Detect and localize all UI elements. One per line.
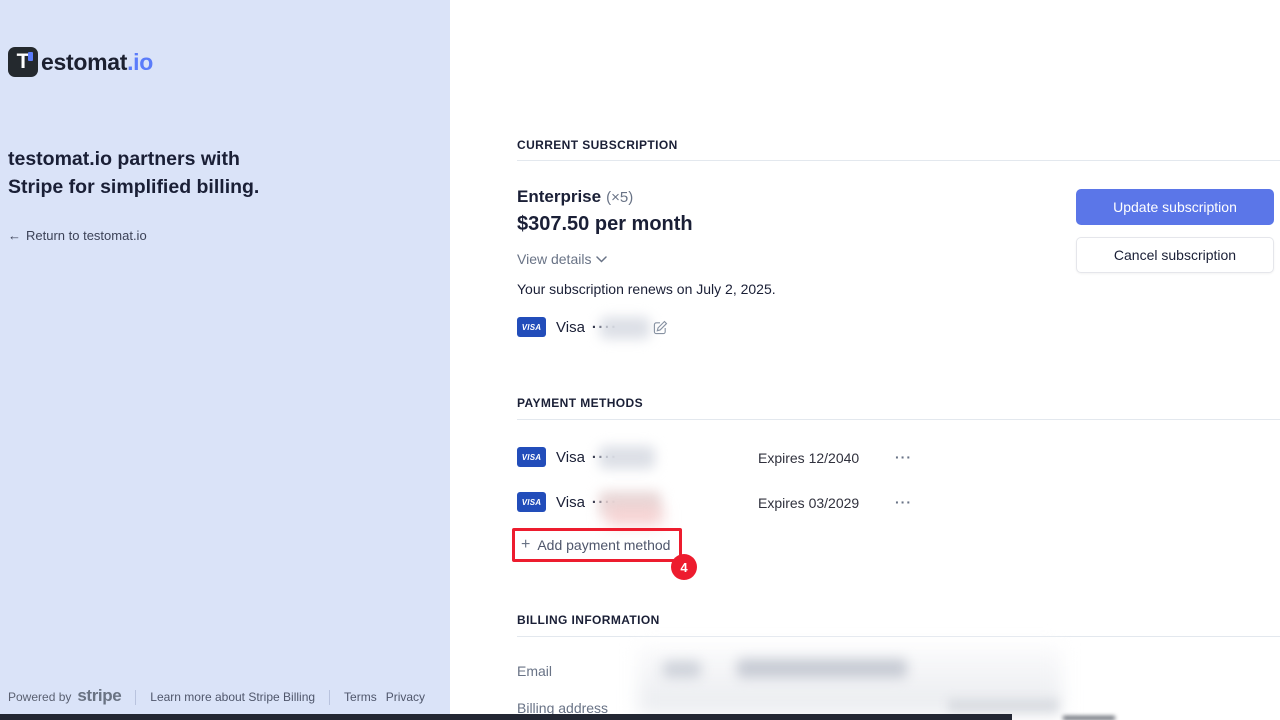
card-menu-button[interactable]: ···	[895, 494, 912, 510]
edit-pencil-icon	[653, 320, 668, 335]
chevron-down-icon	[596, 256, 607, 263]
visa-card-icon: VISA	[517, 317, 546, 337]
redacted-billing-value	[948, 699, 1058, 712]
section-divider	[517, 419, 1280, 420]
card-brand-label: Visa	[556, 449, 585, 466]
footer-divider	[135, 690, 136, 705]
redacted-card-number	[599, 446, 655, 469]
plan-quantity: (×5)	[606, 189, 633, 206]
add-payment-method-link[interactable]: Add payment method	[537, 537, 670, 553]
view-details-toggle[interactable]: View details	[517, 251, 607, 267]
bottom-dark-bar	[0, 714, 1012, 720]
plan-price: $307.50 per month	[517, 213, 693, 236]
payment-methods-heading: PAYMENT METHODS	[517, 396, 643, 410]
card-expiry: Expires 03/2029	[758, 495, 859, 511]
privacy-link[interactable]: Privacy	[386, 690, 425, 704]
redacted-card-number	[600, 317, 650, 339]
redacted-smear	[606, 509, 662, 524]
edit-card-button[interactable]	[653, 320, 668, 340]
card-expiry: Expires 12/2040	[758, 450, 859, 466]
annotation-box: + Add payment method	[512, 528, 682, 562]
update-subscription-button[interactable]: Update subscription	[1076, 189, 1274, 225]
brand-main-text: estomat	[41, 49, 127, 75]
learn-more-link[interactable]: Learn more about Stripe Billing	[150, 690, 315, 704]
back-arrow-icon: ←	[8, 228, 21, 243]
email-label: Email	[517, 663, 552, 679]
annotation-badge: 4	[671, 554, 697, 580]
card-brand-label: Visa	[556, 319, 585, 336]
cancel-subscription-button[interactable]: Cancel subscription	[1076, 237, 1274, 273]
section-divider	[517, 160, 1280, 161]
visa-card-icon: VISA	[517, 447, 546, 467]
bottom-dark-smudge	[1063, 716, 1115, 720]
testomat-logo-icon: T	[8, 47, 38, 77]
stripe-logo[interactable]: stripe	[77, 686, 121, 706]
plus-icon: +	[521, 536, 530, 554]
billing-information-heading: BILLING INFORMATION	[517, 613, 660, 627]
brand-wordmark: estomat.io	[41, 49, 153, 76]
sidebar-tagline: testomat.io partners with Stripe for sim…	[8, 146, 293, 201]
sidebar-footer: Powered by stripe Learn more about Strip…	[8, 688, 425, 706]
logo-accent-mark	[28, 52, 33, 61]
view-details-label: View details	[517, 251, 591, 267]
visa-card-icon: VISA	[517, 492, 546, 512]
powered-by-label: Powered by	[8, 690, 71, 704]
plan-row: Enterprise (×5)	[517, 187, 633, 207]
redacted-email-value	[737, 659, 907, 678]
card-menu-button[interactable]: ···	[895, 449, 912, 465]
redacted-email-value	[663, 661, 701, 678]
current-subscription-heading: CURRENT SUBSCRIPTION	[517, 138, 678, 152]
plan-name: Enterprise	[517, 187, 601, 207]
renewal-text: Your subscription renews on July 2, 2025…	[517, 281, 776, 297]
return-link-label: Return to testomat.io	[26, 228, 147, 243]
sidebar: T estomat.io testomat.io partners with S…	[0, 0, 450, 720]
card-brand-label: Visa	[556, 494, 585, 511]
brand-suffix-text: .io	[127, 49, 153, 75]
footer-divider	[329, 690, 330, 705]
terms-link[interactable]: Terms	[344, 690, 377, 704]
return-to-site-link[interactable]: ← Return to testomat.io	[8, 228, 147, 243]
section-divider	[517, 636, 1280, 637]
brand-logo[interactable]: T estomat.io	[8, 47, 153, 77]
